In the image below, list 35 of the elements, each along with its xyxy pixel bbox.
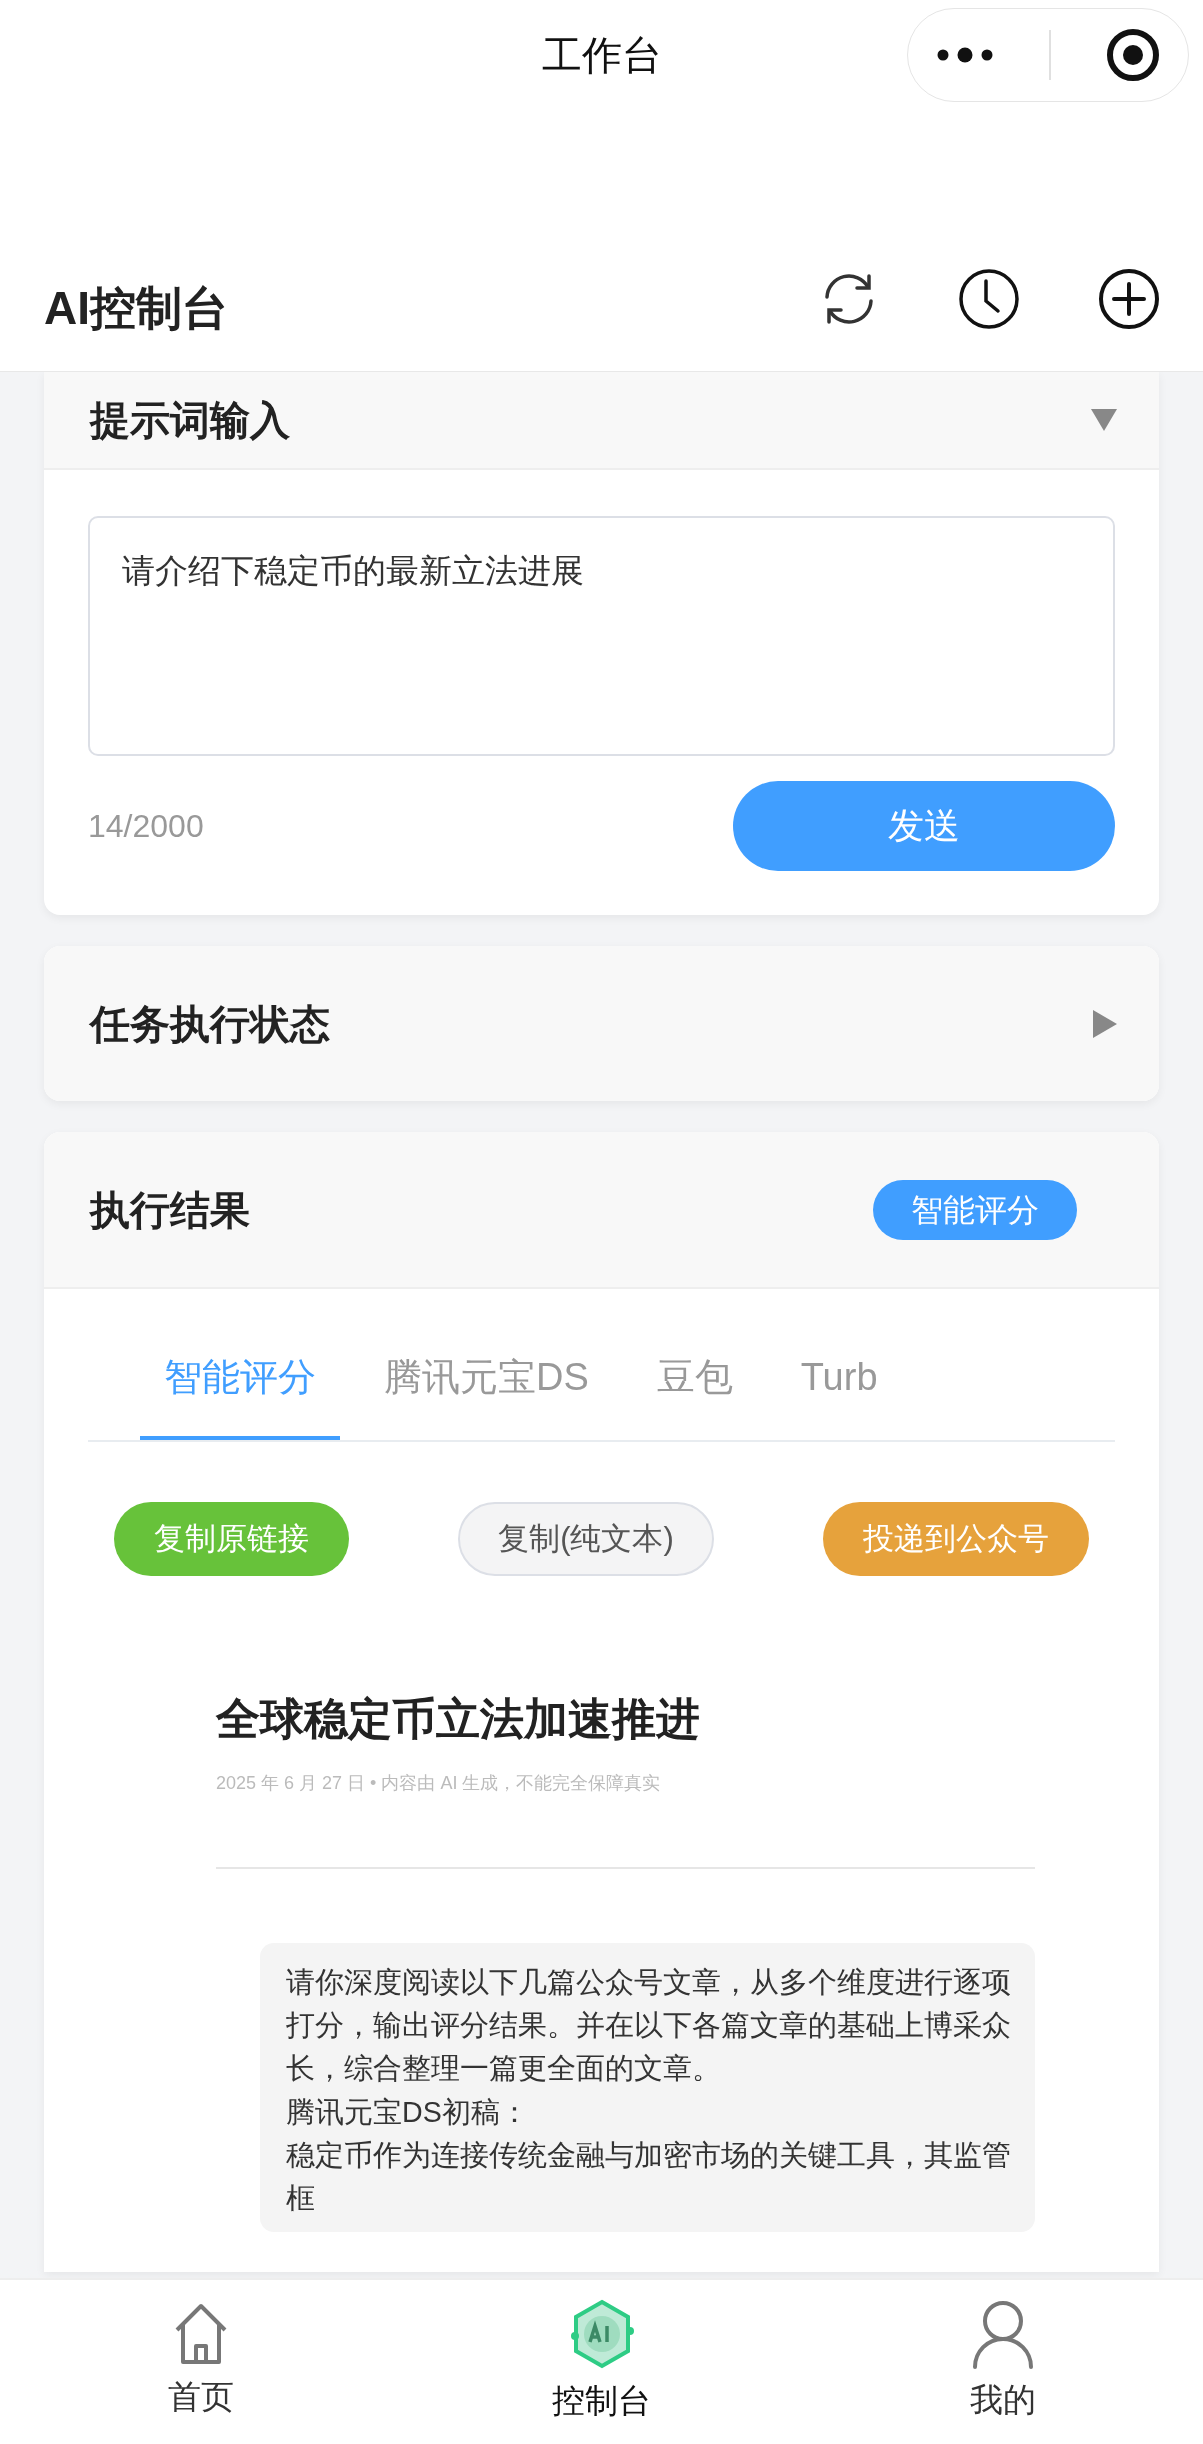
result-tab[interactable]: Turb	[776, 1335, 902, 1440]
panel-title: 执行结果	[90, 1186, 250, 1234]
quote-text: 请你深度阅读以下几篇公众号文章，从多个维度进行逐项打分，输出评分结果。并在以下各篇文章的基础上博采众长，综合整理一篇更全面的文章。	[286, 1965, 1012, 2087]
tab-bar-item[interactable]: 首页	[0, 2280, 401, 2444]
window-title: 工作台	[541, 32, 662, 79]
panel-header[interactable]: 提示词输入	[44, 372, 1159, 470]
result-tab[interactable]: 豆包	[632, 1335, 757, 1440]
panel-title: 任务执行状态	[90, 1000, 330, 1048]
prompt-input[interactable]: 请介绍下稳定币的最新立法进展	[88, 516, 1115, 756]
close-target-icon[interactable]	[1104, 27, 1161, 83]
page-title: AI控制台	[44, 285, 228, 331]
tab-bar-label: 首页	[167, 2377, 234, 2418]
send-button[interactable]: 发送	[733, 781, 1115, 871]
tab-bar-item[interactable]: 我的	[802, 2280, 1203, 2444]
panel-header[interactable]: 任务执行状态	[44, 946, 1159, 1101]
character-counter: 14/2000	[88, 807, 204, 846]
quote-text: 腾讯元宝DS初稿：	[286, 2094, 530, 2130]
action-button[interactable]: 投递到公众号	[823, 1502, 1089, 1576]
action-button[interactable]: 复制(纯文本)	[458, 1502, 714, 1576]
article-title: 全球稳定币立法加速推进	[216, 1693, 701, 1745]
score-button[interactable]: 智能评分	[873, 1179, 1077, 1240]
tab-bar-item[interactable]: 控制台	[401, 2280, 802, 2444]
expand-triangle-icon[interactable]	[1093, 1009, 1117, 1038]
quote-text: 稳定币作为连接传统金融与加密市场的关键工具，其监管框	[286, 2137, 1012, 2216]
user-icon	[970, 2299, 1035, 2370]
panel-title: 提示词输入	[90, 397, 290, 444]
tab-bar-label: 控制台	[552, 2381, 651, 2422]
add-icon[interactable]	[1097, 267, 1161, 331]
action-button[interactable]: 复制原链接	[114, 1502, 349, 1576]
article-meta: 2025 年 6 月 27 日 • 内容由 AI 生成，不能完全保障真实	[216, 1772, 662, 1795]
result-tab[interactable]: 智能评分	[140, 1335, 340, 1440]
collapse-triangle-icon[interactable]	[1091, 409, 1117, 431]
result-tab[interactable]: 腾讯元宝DS	[360, 1335, 613, 1440]
clock-icon[interactable]	[957, 267, 1021, 331]
tab-bar-label: 我的	[969, 2380, 1036, 2421]
